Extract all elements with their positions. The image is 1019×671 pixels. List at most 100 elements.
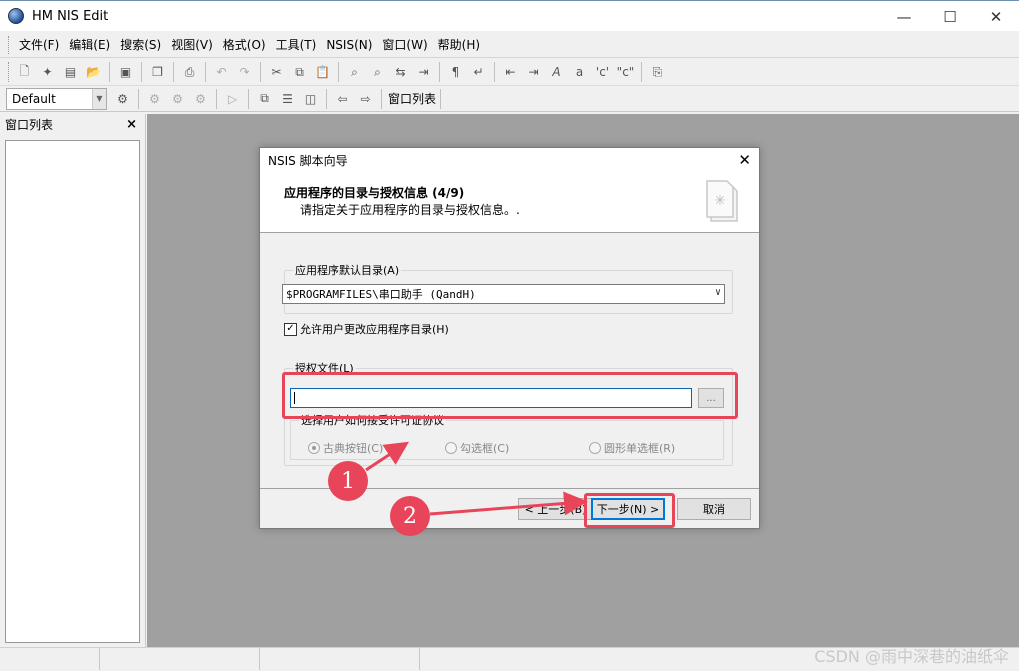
svg-text:✳: ✳: [714, 193, 726, 209]
toolbar-separator: [138, 88, 139, 109]
close-button[interactable]: ✕: [973, 1, 1019, 32]
main-toolbar: 🗋 ✦ ▤ 📂 ▣ ❐ ⎙ ↶ ↷ ✂ ⧉ 📋 ⌕ ⌕ ⇆ ⇥ ¶ ↵ ⇤ ⇥ …: [0, 59, 1019, 86]
goto-icon[interactable]: ⇥: [412, 61, 435, 83]
annotation-badge-1: 1: [328, 461, 368, 501]
toolbar-separator: [440, 88, 442, 109]
cancel-button[interactable]: 取消: [677, 498, 751, 520]
tile-horizontal-icon[interactable]: ☰: [276, 88, 299, 110]
undo-icon[interactable]: ↶: [210, 61, 233, 83]
install-dir-value: $PROGRAMFILES\串口助手 (QandH): [286, 288, 476, 301]
dialog-heading: 应用程序的目录与授权信息 (4/9): [284, 186, 465, 200]
cut-icon[interactable]: ✂: [265, 61, 288, 83]
template-icon[interactable]: ▤: [59, 61, 82, 83]
find-next-icon[interactable]: ⌕: [366, 61, 389, 83]
lowercase-icon[interactable]: a: [568, 61, 591, 83]
open-folder-icon[interactable]: 📂: [82, 61, 105, 83]
replace-icon[interactable]: ⇆: [389, 61, 412, 83]
compile-run-icon[interactable]: ⚙: [166, 88, 189, 110]
save-icon[interactable]: ▣: [114, 61, 137, 83]
wizard-document-icon: ✳: [706, 180, 738, 222]
radio-label: 古典按钮(C): [323, 442, 384, 455]
radio-unselected-icon[interactable]: [445, 442, 457, 454]
app-title: HM NIS Edit: [32, 8, 109, 24]
single-quote-icon[interactable]: 'c': [591, 61, 614, 83]
checkbox-checked-icon[interactable]: ✓: [284, 322, 297, 336]
minimize-button[interactable]: —: [881, 1, 927, 32]
title-bar: HM NIS Edit — ☐ ✕: [0, 0, 1019, 31]
dialog-close-icon[interactable]: ✕: [738, 151, 751, 169]
toolbar-separator: [641, 62, 642, 82]
paste-icon[interactable]: 📋: [311, 61, 334, 83]
toolbar-separator: [216, 88, 217, 109]
install-dir-combo[interactable]: $PROGRAMFILES\串口助手 (QandH) ∨: [282, 284, 725, 304]
new-file-icon[interactable]: 🗋: [13, 61, 36, 83]
allow-change-label: 允许用户更改应用程序目录(H): [300, 323, 449, 336]
status-cell: [0, 648, 100, 670]
radio-checkbox[interactable]: 勾选框(C): [445, 440, 509, 456]
maximize-button[interactable]: ☐: [927, 1, 973, 32]
menu-edit[interactable]: 编辑(E): [64, 33, 115, 57]
window-list[interactable]: [5, 140, 140, 643]
watermark: CSDN @雨中深巷的油纸伞: [814, 647, 1009, 666]
paragraph-icon[interactable]: ¶: [444, 61, 467, 83]
print-icon[interactable]: ⎙: [178, 61, 201, 83]
highlight-next-box: [584, 493, 675, 528]
menu-tools[interactable]: 工具(T): [271, 33, 322, 57]
run-icon[interactable]: ▷: [221, 88, 244, 110]
dialog-header: 应用程序的目录与授权信息 (4/9) 请指定关于应用程序的目录与授权信息。. ✳: [260, 173, 759, 233]
find-icon[interactable]: ⌕: [343, 61, 366, 83]
dir-group-label: 应用程序默认目录(A): [293, 262, 402, 278]
tile-vertical-icon[interactable]: ◫: [299, 88, 322, 110]
insert-file-icon[interactable]: ⎘: [646, 61, 669, 83]
menu-nsis[interactable]: NSIS(N): [321, 33, 377, 57]
scheme-select[interactable]: Default ▼: [6, 87, 107, 110]
menu-view[interactable]: 视图(V): [166, 33, 218, 57]
menu-grip: [8, 35, 11, 54]
forward-arrow-icon[interactable]: ⇨: [354, 88, 377, 110]
dialog-subheading: 请指定关于应用程序的目录与授权信息。.: [300, 203, 520, 217]
cascade-icon[interactable]: ⧉: [253, 88, 276, 110]
menu-search[interactable]: 搜索(S): [115, 33, 166, 57]
menu-window[interactable]: 窗口(W): [377, 33, 432, 57]
copy-icon[interactable]: ⧉: [288, 61, 311, 83]
save-all-icon[interactable]: ❐: [146, 61, 169, 83]
radio-selected-icon[interactable]: [308, 442, 320, 454]
panel-header: 窗口列表 ×: [0, 114, 145, 135]
outdent-icon[interactable]: ⇥: [522, 61, 545, 83]
dialog-title-bar: NSIS 脚本向导 ✕: [260, 148, 759, 173]
toolbar-separator: [260, 62, 261, 82]
window-list-panel: 窗口列表 ×: [0, 114, 146, 647]
menu-help[interactable]: 帮助(H): [433, 33, 485, 57]
radio-radio-buttons[interactable]: 圆形单选框(R): [589, 440, 675, 456]
menu-format[interactable]: 格式(O): [218, 33, 271, 57]
scheme-value: Default: [12, 91, 56, 106]
radio-unselected-icon[interactable]: [589, 442, 601, 454]
redo-icon[interactable]: ↷: [233, 61, 256, 83]
compile-icon[interactable]: ⚙: [143, 88, 166, 110]
chevron-down-icon[interactable]: ∨: [715, 287, 721, 298]
highlight-license-box: [282, 372, 738, 419]
double-quote-icon[interactable]: "c": [614, 61, 637, 83]
menu-file[interactable]: 文件(F): [14, 33, 64, 57]
back-arrow-icon[interactable]: ⇦: [331, 88, 354, 110]
allow-change-checkbox[interactable]: ✓ 允许用户更改应用程序目录(H): [284, 321, 449, 337]
toolbar-separator: [205, 62, 206, 82]
menu-bar: 文件(F) 编辑(E) 搜索(S) 视图(V) 格式(O) 工具(T) NSIS…: [0, 32, 1019, 58]
wizard-icon[interactable]: ✦: [36, 61, 59, 83]
back-button[interactable]: < 上一步(B): [518, 498, 593, 520]
toolbar-separator: [338, 62, 339, 82]
panel-close-icon[interactable]: ×: [126, 117, 137, 132]
scheme-settings-icon[interactable]: ⚙: [111, 88, 134, 110]
annotation-badge-2: 2: [390, 496, 430, 536]
window-list-button[interactable]: 窗口列表: [388, 90, 436, 107]
stop-compile-icon[interactable]: ⚙: [189, 88, 212, 110]
dialog-body: 应用程序默认目录(A) $PROGRAMFILES\串口助手 (QandH) ∨…: [260, 234, 759, 490]
status-cell: [260, 648, 420, 670]
uppercase-icon[interactable]: A: [545, 61, 568, 83]
radio-classic-buttons[interactable]: 古典按钮(C): [308, 440, 383, 456]
dialog-title: NSIS 脚本向导: [268, 154, 348, 168]
chevron-down-icon[interactable]: ▼: [92, 88, 106, 109]
indent-icon[interactable]: ⇤: [499, 61, 522, 83]
toolbar-separator: [248, 88, 249, 109]
wrap-icon[interactable]: ↵: [467, 61, 490, 83]
